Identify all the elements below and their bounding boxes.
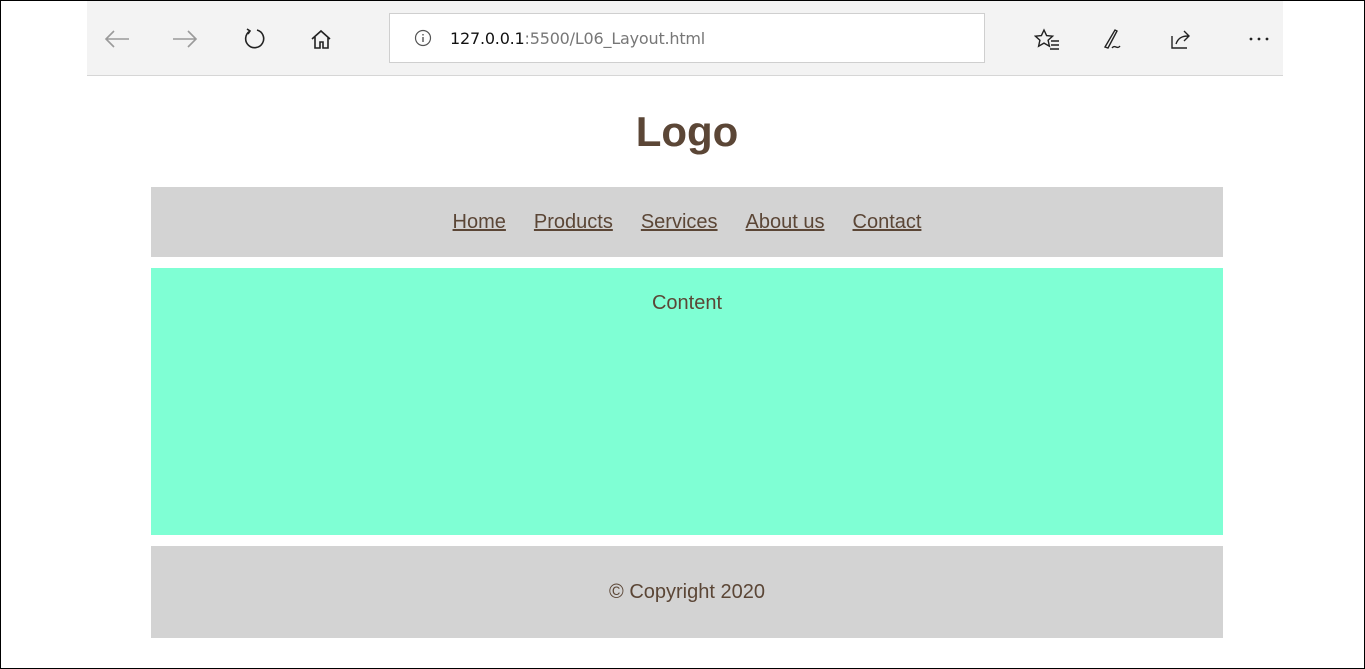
nav-link-products[interactable]: Products [534, 211, 613, 234]
url-path: :5500/L06_Layout.html [524, 28, 706, 48]
footer: © Copyright 2020 [151, 546, 1223, 638]
copyright-text: © Copyright 2020 [609, 580, 765, 603]
content-text: Content [651, 292, 723, 314]
url-text: 127.0.0.1:5500/L06_Layout.html [450, 29, 705, 48]
refresh-icon [244, 28, 265, 49]
back-arrow-icon [104, 30, 129, 48]
web-page: Logo Home Products Services About us Con… [151, 76, 1223, 638]
nav-link-about-us[interactable]: About us [746, 211, 825, 234]
share-icon [1171, 30, 1190, 49]
logo: Logo [635, 108, 739, 155]
screenshot-frame: 127.0.0.1:5500/L06_Layout.html Logo Home… [0, 0, 1365, 669]
info-icon[interactable] [414, 29, 432, 47]
nav-link-home[interactable]: Home [453, 211, 506, 234]
favorites-icon [1034, 28, 1059, 50]
more-icon [1249, 37, 1269, 41]
address-bar[interactable]: 127.0.0.1:5500/L06_Layout.html [389, 13, 985, 63]
content-area: Content [151, 268, 1223, 535]
pen-button[interactable] [1095, 19, 1131, 59]
favorites-button[interactable] [1029, 19, 1065, 59]
nav-link-contact[interactable]: Contact [853, 211, 922, 234]
back-button[interactable] [99, 19, 135, 59]
nav-link-services[interactable]: Services [641, 211, 718, 234]
url-host: 127.0.0.1 [450, 28, 525, 48]
home-button[interactable] [303, 19, 339, 59]
refresh-button[interactable] [237, 19, 273, 59]
share-button[interactable] [1163, 19, 1199, 59]
browser-toolbar: 127.0.0.1:5500/L06_Layout.html [87, 1, 1283, 76]
more-button[interactable] [1241, 19, 1277, 59]
forward-button[interactable] [167, 19, 203, 59]
nav-bar: Home Products Services About us Contact [151, 187, 1223, 257]
forward-arrow-icon [173, 30, 198, 48]
home-icon [311, 29, 331, 49]
pen-icon [1103, 29, 1121, 49]
